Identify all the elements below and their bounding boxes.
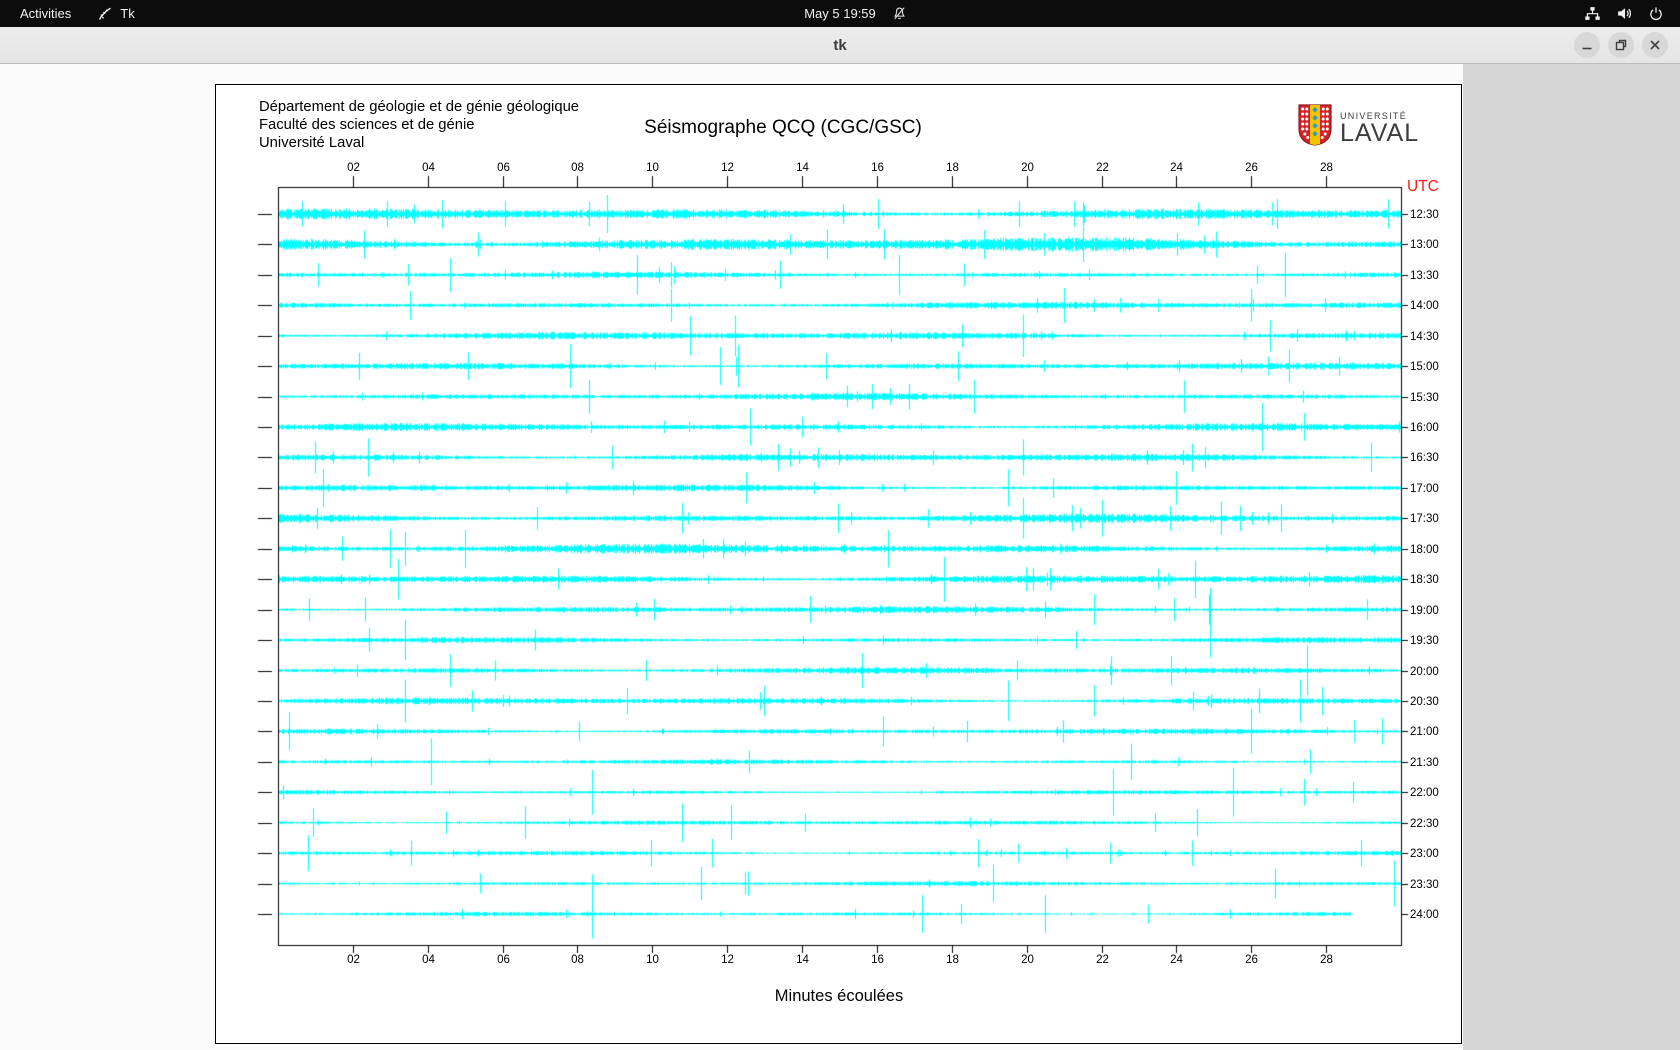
volume-icon <box>1618 8 1632 19</box>
x-tick-label-top: 24 <box>1170 162 1183 174</box>
plot-labels-layer: 02 02 04 04 06 06 08 08 10 10 12 12 14 14 16 16 18 18 20 20… <box>216 85 1461 1043</box>
utc-time-label: 18:30 <box>1410 573 1439 586</box>
x-tick-label-bottom: 06 <box>497 954 510 966</box>
x-tick-label-bottom: 12 <box>721 954 734 966</box>
utc-time-label: 12:30 <box>1410 208 1439 221</box>
x-tick-label-top: 02 <box>347 162 360 174</box>
utc-time-label: 19:30 <box>1410 634 1439 647</box>
x-tick-label-top: 26 <box>1245 162 1258 174</box>
system-status-area[interactable] <box>1584 0 1664 27</box>
app-menu-label: Tk <box>120 6 135 21</box>
x-axis-title: Minutes écoulées <box>774 987 904 1005</box>
utc-time-label: 22:00 <box>1410 786 1439 799</box>
utc-time-label: 18:00 <box>1410 543 1439 556</box>
utc-time-label: 16:30 <box>1410 451 1439 464</box>
x-tick-label-bottom: 02 <box>347 954 360 966</box>
universite-laval-logo: UNIVERSITÉ LAVAL <box>1298 104 1419 146</box>
x-tick-label-top: 22 <box>1096 162 1109 174</box>
close-button[interactable] <box>1642 32 1668 58</box>
x-tick-label-top: 20 <box>1021 162 1034 174</box>
utc-time-label: 19:00 <box>1410 604 1439 617</box>
x-tick-label-bottom: 18 <box>946 954 959 966</box>
utc-time-label: 13:30 <box>1410 269 1439 282</box>
x-tick-label-top: 18 <box>946 162 959 174</box>
institution-line-2: Faculté des sciences et de génie <box>259 117 475 133</box>
x-tick-label-bottom: 14 <box>796 954 809 966</box>
minimize-icon <box>1582 47 1592 50</box>
restore-icon <box>1615 39 1627 51</box>
bell-slash-icon <box>892 6 907 24</box>
institution-line-1: Département de géologie et de génie géol… <box>259 99 580 115</box>
x-tick-label-top: 06 <box>497 162 510 174</box>
x-tick-label-bottom: 20 <box>1021 954 1034 966</box>
utc-time-label: 17:00 <box>1410 482 1439 495</box>
utc-time-label: 22:30 <box>1410 817 1439 830</box>
utc-time-label: 21:00 <box>1410 725 1439 738</box>
utc-time-label: 17:30 <box>1410 512 1439 525</box>
activities-button[interactable]: Activities <box>18 6 73 21</box>
logo-wordmark-bottom: LAVAL <box>1340 119 1420 147</box>
x-tick-label-top: 14 <box>796 162 809 174</box>
utc-time-label: 16:00 <box>1410 421 1439 434</box>
x-tick-label-bottom: 28 <box>1320 954 1333 966</box>
utc-time-label: 15:30 <box>1410 391 1439 404</box>
close-icon <box>1650 40 1660 50</box>
desktop: Activities Tk May 5 19:59 tk 02 02 04 04… <box>0 0 1680 1050</box>
power-icon <box>1650 6 1662 20</box>
x-tick-label-bottom: 26 <box>1245 954 1258 966</box>
window-title: tk <box>833 36 847 54</box>
clock-button[interactable]: May 5 19:59 <box>804 0 876 27</box>
utc-time-label: 23:30 <box>1410 878 1439 891</box>
x-tick-label-top: 10 <box>646 162 659 174</box>
window-background-gutter <box>1463 64 1680 1050</box>
institution-block: Département de géologie et de génie géol… <box>259 98 579 152</box>
x-tick-label-top: 28 <box>1320 162 1333 174</box>
utc-time-label: 24:00 <box>1410 908 1439 921</box>
utc-time-label: 13:00 <box>1410 238 1439 251</box>
window-titlebar[interactable]: tk <box>0 27 1680 64</box>
seismograph-canvas-widget: 02 02 04 04 06 06 08 08 10 10 12 12 14 14 16 16 18 18 20 20… <box>215 84 1462 1044</box>
utc-axis-label: UTC <box>1407 178 1439 195</box>
institution-line-3: Université Laval <box>259 135 365 151</box>
x-tick-label-bottom: 08 <box>571 954 584 966</box>
utc-time-label: 15:00 <box>1410 360 1439 373</box>
utc-time-label: 14:00 <box>1410 299 1439 312</box>
x-tick-label-bottom: 10 <box>646 954 659 966</box>
x-tick-label-bottom: 24 <box>1170 954 1183 966</box>
utc-time-label: 20:30 <box>1410 695 1439 708</box>
x-tick-label-bottom: 04 <box>422 954 435 966</box>
network-wired-icon <box>1585 7 1600 20</box>
laval-shield-icon <box>1298 104 1332 146</box>
plot-title: Séismographe QCQ (CGC/GSC) <box>644 117 922 138</box>
utc-time-label: 14:30 <box>1410 330 1439 343</box>
app-menu[interactable]: Tk <box>97 6 135 22</box>
utc-time-label: 21:30 <box>1410 756 1439 769</box>
utc-time-label: 23:00 <box>1410 847 1439 860</box>
x-tick-label-bottom: 22 <box>1096 954 1109 966</box>
gnome-top-bar: Activities Tk May 5 19:59 <box>0 0 1680 27</box>
x-tick-label-top: 16 <box>871 162 884 174</box>
window-content: 02 02 04 04 06 06 08 08 10 10 12 12 14 14 16 16 18 18 20 20… <box>0 64 1680 1050</box>
restore-button[interactable] <box>1608 32 1634 58</box>
utc-time-label: 20:00 <box>1410 665 1439 678</box>
minimize-button[interactable] <box>1574 32 1600 58</box>
x-tick-label-top: 08 <box>571 162 584 174</box>
x-tick-label-top: 12 <box>721 162 734 174</box>
x-tick-label-bottom: 16 <box>871 954 884 966</box>
x-tick-label-top: 04 <box>422 162 435 174</box>
tk-feather-icon <box>99 7 112 20</box>
